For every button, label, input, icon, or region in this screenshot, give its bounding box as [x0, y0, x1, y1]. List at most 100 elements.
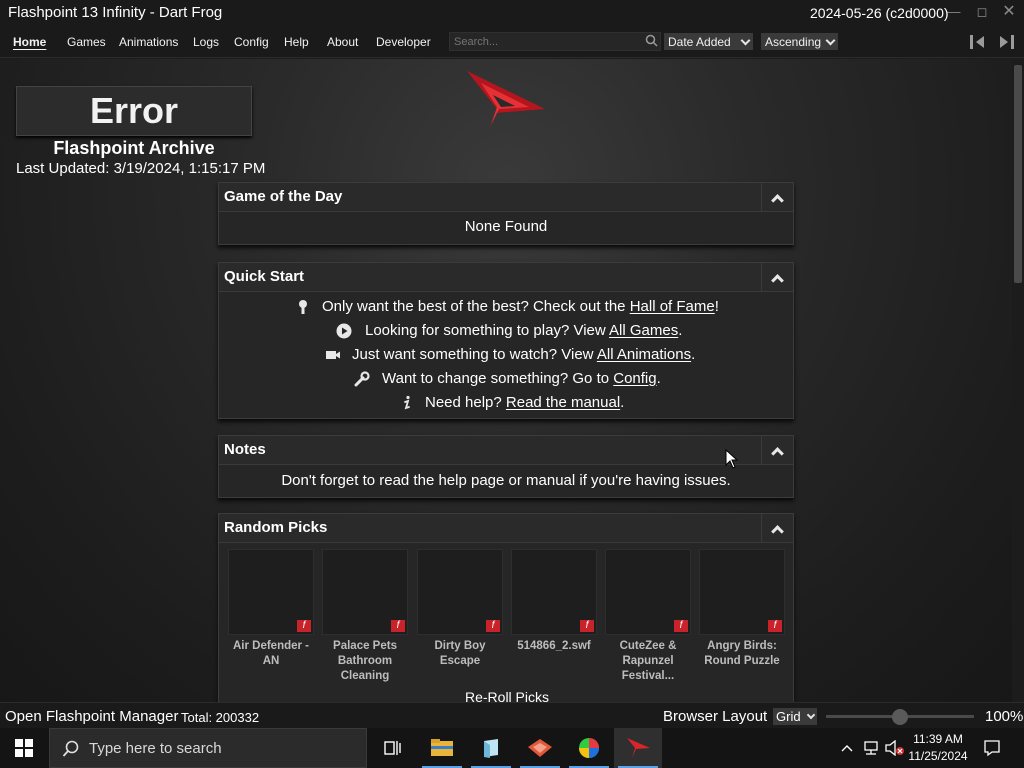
collapse-button[interactable] — [761, 183, 793, 212]
color-wheel-app-icon — [579, 738, 599, 758]
config-link[interactable]: Config — [613, 370, 656, 387]
flash-icon: f — [674, 620, 688, 632]
chevron-up-icon — [771, 446, 784, 460]
random-pick-card[interactable]: f Angry Birds: Round Puzzle — [699, 549, 785, 669]
main-scrollbar[interactable] — [1012, 59, 1024, 702]
toggle-left-sidebar-icon[interactable] — [969, 34, 987, 50]
collapse-button[interactable] — [761, 514, 793, 543]
flashpoint-launcher-button[interactable] — [614, 728, 662, 768]
panel-title: Quick Start — [224, 268, 305, 285]
menu-about[interactable]: About — [327, 35, 358, 49]
scrollbar-thumb[interactable] — [1014, 65, 1022, 283]
random-pick-card[interactable]: f Palace Pets Bathroom Cleaning — [322, 549, 408, 684]
menu-home[interactable]: Home — [13, 35, 46, 49]
search-icon[interactable] — [645, 34, 658, 47]
volume-tray-button[interactable] — [884, 728, 906, 768]
game-title: CuteZee & Rapunzel Festival... — [619, 640, 677, 682]
chevron-up-icon — [771, 524, 784, 538]
search-input[interactable] — [449, 32, 661, 51]
hall-of-fame-link[interactable]: Hall of Fame — [630, 298, 715, 315]
menu-help[interactable]: Help — [284, 35, 309, 49]
panel-header: Notes — [219, 436, 793, 465]
network-icon — [864, 741, 878, 755]
minimize-icon[interactable]: — — [944, 3, 964, 21]
quick-start-text: Only want the best of the best? Check ou… — [322, 298, 630, 315]
quick-start-text: . — [678, 322, 683, 339]
quick-start-line: Want to change something? Go to Config. — [219, 369, 795, 389]
game-app-icon — [528, 739, 552, 757]
menu-bar: Home Games Animations Logs Config Help A… — [0, 26, 1024, 58]
random-pick-card[interactable]: f CuteZee & Rapunzel Festival... — [605, 549, 691, 684]
menu-animations[interactable]: Animations — [119, 35, 178, 49]
all-games-link[interactable]: All Games — [609, 322, 678, 339]
menu-developer[interactable]: Developer — [376, 35, 431, 49]
quick-start-line: Only want the best of the best? Check ou… — [219, 297, 795, 317]
collapse-button[interactable] — [761, 263, 793, 292]
quick-start-panel: Quick Start Only want the best of the be… — [218, 262, 794, 419]
game-title: Air Defender - AN — [232, 640, 310, 667]
last-updated: Last Updated: 3/19/2024, 1:15:17 PM — [16, 160, 266, 177]
game-thumbnail: f — [511, 549, 597, 635]
game-thumbnail: f — [699, 549, 785, 635]
error-logo-box: Error — [16, 86, 252, 136]
taskbar-search-box[interactable]: Type here to search — [49, 728, 367, 768]
quick-start-line: Looking for something to play? View All … — [219, 321, 795, 341]
notifications-button[interactable] — [978, 728, 1006, 768]
task-view-button[interactable] — [368, 728, 416, 768]
network-tray-button[interactable] — [860, 728, 882, 768]
read-manual-link[interactable]: Read the manual — [506, 394, 620, 411]
chevron-down-icon — [825, 35, 836, 45]
flash-icon: f — [486, 620, 500, 632]
random-pick-card[interactable]: f 514866_2.swf — [511, 549, 597, 654]
layout-select[interactable]: Grid — [773, 708, 817, 725]
notepad-button[interactable] — [467, 728, 515, 768]
toggle-right-sidebar-icon[interactable] — [997, 34, 1015, 50]
zoom-slider-thumb[interactable] — [892, 709, 908, 725]
menu-games[interactable]: Games — [67, 35, 106, 49]
random-pick-card[interactable]: f Dirty Boy Escape — [417, 549, 503, 669]
quick-start-line: Need help? Read the manual. — [219, 393, 795, 413]
file-explorer-button[interactable] — [418, 728, 466, 768]
home-page: Error Flashpoint Archive Last Updated: 3… — [0, 59, 1012, 702]
video-camera-icon — [326, 351, 340, 359]
start-button[interactable] — [0, 728, 48, 768]
sort-field-value: Date Added — [668, 34, 731, 49]
chevron-up-icon — [841, 745, 853, 752]
task-view-icon — [384, 741, 401, 755]
show-hidden-icons-button[interactable] — [838, 728, 856, 768]
taskbar-clock[interactable]: 11:39 AM 11/25/2024 — [905, 731, 971, 765]
all-animations-link[interactable]: All Animations — [597, 346, 691, 363]
quick-start-text: Want to change something? Go to — [382, 370, 614, 387]
game-title: Dirty Boy Escape — [434, 640, 486, 667]
layout-value: Grid — [776, 709, 801, 724]
panel-header: Quick Start — [219, 263, 793, 292]
chevron-up-icon — [771, 193, 784, 207]
quick-start-text: Looking for something to play? View — [365, 322, 610, 339]
reroll-picks-button[interactable]: Re-Roll Picks — [219, 689, 795, 702]
random-pick-card[interactable]: f Air Defender - AN — [228, 549, 314, 669]
sort-order-select[interactable]: Ascending — [761, 33, 838, 50]
zoom-percentage: 100% — [985, 708, 1024, 725]
play-circle-icon — [336, 323, 352, 339]
quick-start-text: ! — [714, 298, 719, 315]
panel-title: Random Picks — [224, 519, 328, 536]
search-icon — [62, 740, 79, 757]
random-picks-panel: Random Picks f Air Defender - AN f Palac… — [218, 513, 794, 702]
color-wheel-app-button[interactable] — [565, 728, 613, 768]
menu-logs[interactable]: Logs — [193, 35, 219, 49]
close-icon[interactable]: ✕ — [999, 3, 1019, 21]
mouse-cursor-icon — [725, 449, 739, 469]
menu-config[interactable]: Config — [234, 35, 269, 49]
collapse-button[interactable] — [761, 436, 793, 465]
sort-field-select[interactable]: Date Added — [664, 33, 753, 50]
maximize-icon[interactable]: ◻ — [972, 3, 992, 21]
panel-header: Game of the Day — [219, 183, 793, 212]
chevron-down-icon — [740, 35, 751, 45]
open-manager-button[interactable]: Open Flashpoint Manager — [5, 708, 178, 725]
taskbar-search-placeholder: Type here to search — [89, 740, 222, 757]
game-of-the-day-text: None Found — [464, 218, 548, 235]
quick-start-text: . — [656, 370, 661, 387]
quick-start-line: Just want something to watch? View All A… — [219, 345, 795, 365]
status-bar: Open Flashpoint Manager Total: 200332 Br… — [0, 702, 1024, 728]
game-app-button[interactable] — [516, 728, 564, 768]
